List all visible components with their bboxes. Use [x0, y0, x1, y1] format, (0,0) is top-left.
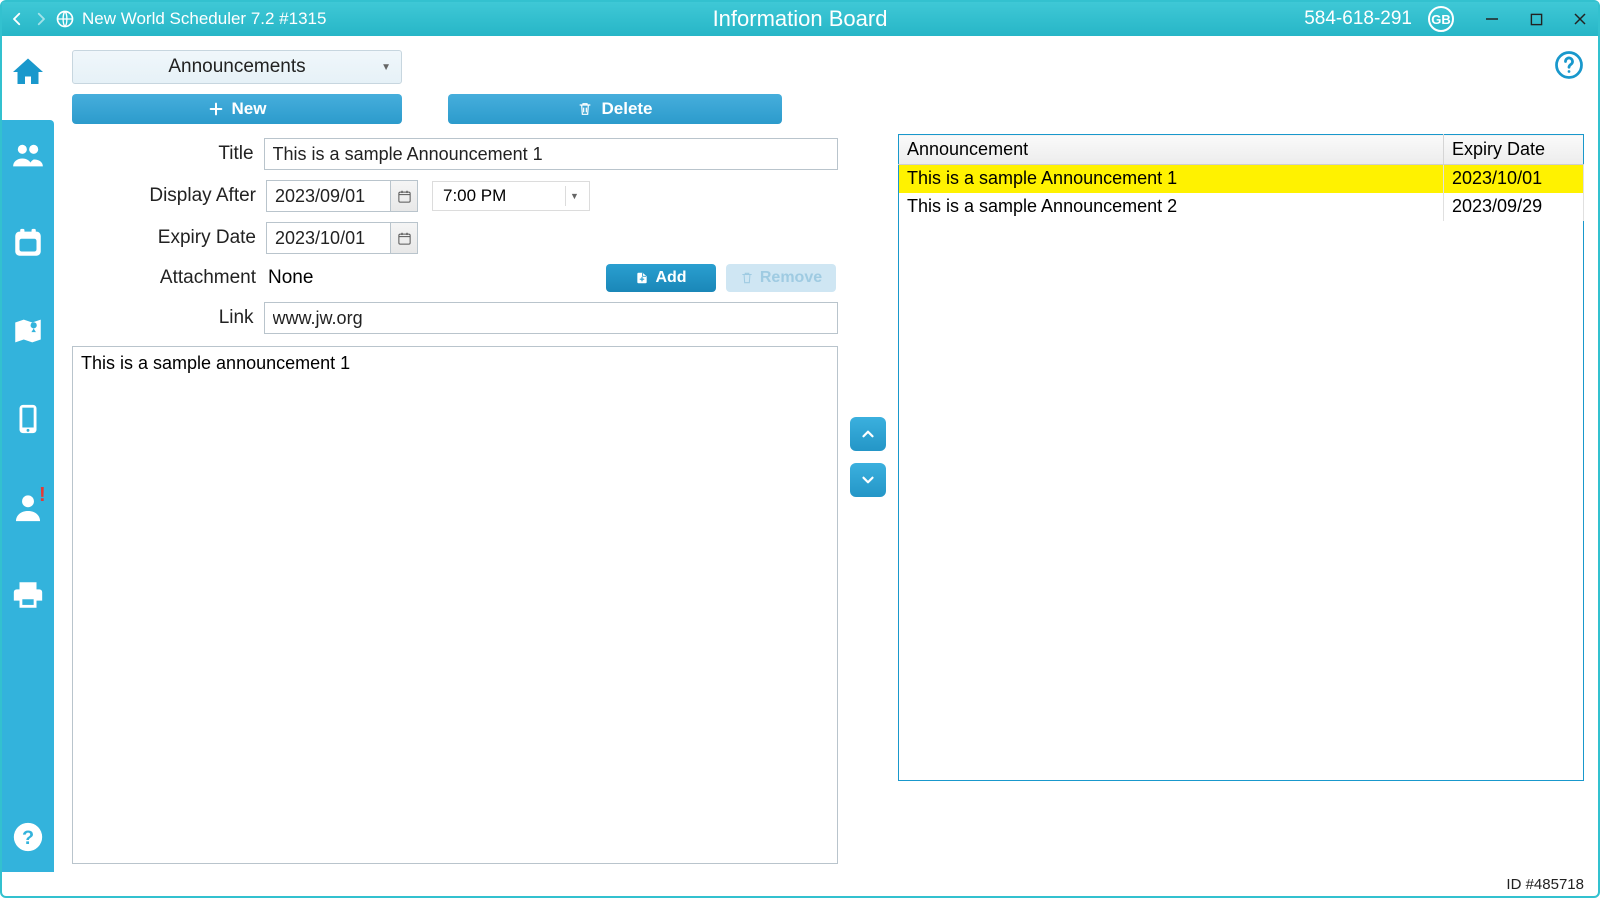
display-after-time-value: 7:00 PM: [443, 186, 506, 206]
nav-forward-button[interactable]: [30, 8, 52, 30]
table-row[interactable]: This is a sample Announcement 2 2023/09/…: [899, 193, 1584, 221]
attachment-remove-label: Remove: [760, 269, 822, 287]
announcements-table[interactable]: Announcement Expiry Date This is a sampl…: [898, 134, 1584, 781]
display-after-time-dropdown[interactable]: 7:00 PM ▼: [432, 181, 590, 211]
attachment-label: Attachment: [72, 267, 266, 289]
col-expiry[interactable]: Expiry Date: [1444, 135, 1584, 165]
calendar-icon[interactable]: [11, 226, 45, 260]
account-id: 584-618-291: [1304, 8, 1412, 30]
cell-title: This is a sample Announcement 1: [899, 165, 1444, 193]
title-label: Title: [72, 143, 264, 165]
cell-expiry: 2023/09/29: [1444, 193, 1584, 221]
move-up-button[interactable]: [850, 417, 886, 451]
svg-text:?: ?: [22, 827, 34, 849]
chevron-down-icon: ▼: [381, 62, 391, 73]
home-icon[interactable]: [10, 54, 46, 90]
help-icon[interactable]: ?: [11, 820, 45, 854]
chevron-down-icon: ▼: [565, 186, 583, 206]
locale-badge[interactable]: GB: [1428, 6, 1454, 32]
title-bar: New World Scheduler 7.2 #1315 Informatio…: [2, 2, 1598, 36]
status-record-id: ID #485718: [1506, 876, 1584, 893]
attachment-add-label: Add: [655, 269, 686, 287]
app-name: New World Scheduler 7.2 #1315: [82, 9, 326, 29]
attachment-value: None: [266, 267, 606, 289]
link-label: Link: [72, 307, 264, 329]
window-maximize-button[interactable]: [1526, 9, 1546, 29]
expiry-date-picker-button[interactable]: [390, 222, 418, 254]
mobile-icon[interactable]: [11, 402, 45, 436]
globe-icon[interactable]: [54, 8, 76, 30]
window-minimize-button[interactable]: [1482, 9, 1502, 29]
cell-title: This is a sample Announcement 2: [899, 193, 1444, 221]
window-close-button[interactable]: [1570, 9, 1590, 29]
table-row[interactable]: This is a sample Announcement 1 2023/10/…: [899, 165, 1584, 193]
move-down-button[interactable]: [850, 463, 886, 497]
cell-expiry: 2023/10/01: [1444, 165, 1584, 193]
page-help-icon[interactable]: [1554, 50, 1584, 80]
person-alert-icon[interactable]: !: [11, 490, 45, 524]
delete-button-label: Delete: [601, 99, 652, 119]
category-dropdown[interactable]: Announcements ▼: [72, 50, 402, 84]
expiry-date-input[interactable]: [266, 222, 390, 254]
page-title: Information Board: [713, 6, 888, 32]
alert-badge-icon: !: [39, 484, 51, 496]
nav-back-button[interactable]: [6, 8, 28, 30]
display-after-date-input[interactable]: [266, 180, 390, 212]
delete-button[interactable]: Delete: [448, 94, 782, 124]
attachment-add-button[interactable]: Add: [606, 264, 716, 292]
new-button-label: New: [232, 99, 267, 119]
attachment-remove-button: Remove: [726, 264, 836, 292]
link-input[interactable]: [264, 302, 838, 334]
print-icon[interactable]: [11, 578, 45, 612]
people-icon[interactable]: [11, 138, 45, 172]
expiry-label: Expiry Date: [72, 227, 266, 249]
sidebar: ! ?: [2, 36, 54, 872]
category-dropdown-value: Announcements: [168, 56, 305, 78]
status-bar: ID #485718: [2, 872, 1598, 896]
new-button[interactable]: New: [72, 94, 402, 124]
title-input[interactable]: [264, 138, 838, 170]
display-after-date-picker-button[interactable]: [390, 180, 418, 212]
map-icon[interactable]: [11, 314, 45, 348]
body-textarea[interactable]: [72, 346, 838, 864]
display-after-label: Display After: [72, 185, 266, 207]
col-announcement[interactable]: Announcement: [899, 135, 1444, 165]
